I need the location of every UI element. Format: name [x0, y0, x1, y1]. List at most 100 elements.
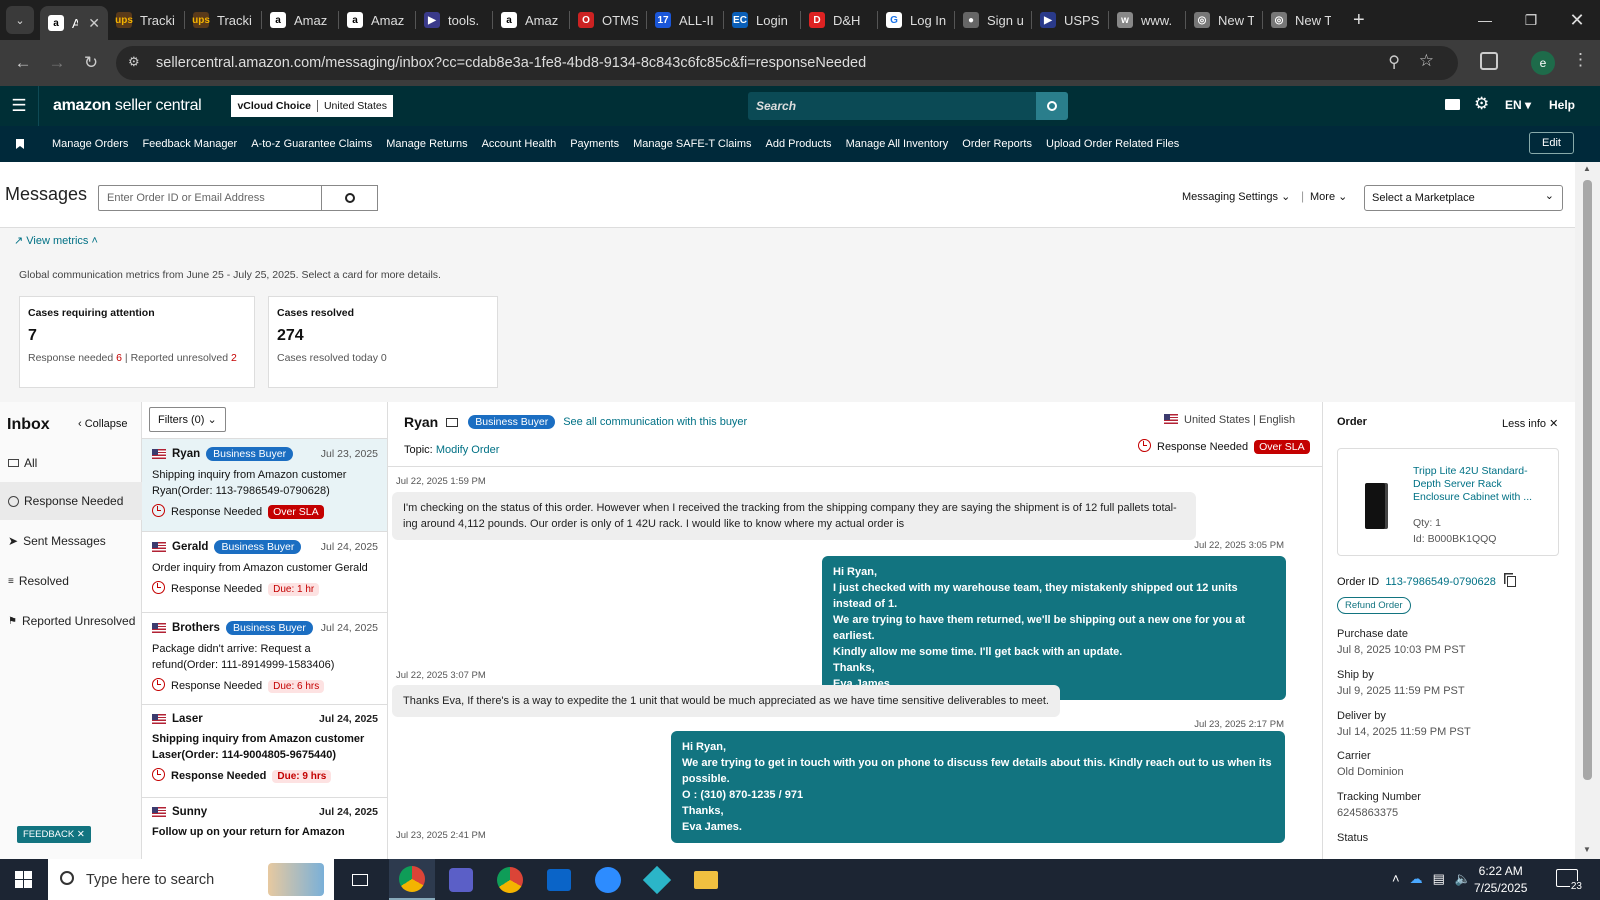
- browser-tab[interactable]: a A ✕: [40, 6, 108, 40]
- language-selector[interactable]: EN ▾: [1505, 98, 1531, 112]
- feedback-button[interactable]: FEEDBACK ✕: [17, 826, 91, 843]
- browser-tab[interactable]: G Log In: [878, 4, 954, 36]
- see-all-communication-link[interactable]: See all communication with this buyer: [563, 416, 747, 428]
- shortcut-link[interactable]: Account Health: [482, 138, 557, 150]
- marketplace-select[interactable]: Select a Marketplace ⌄: [1364, 185, 1563, 211]
- outlook-taskbar-icon[interactable]: [536, 859, 582, 900]
- notification-center[interactable]: 23: [1556, 869, 1583, 892]
- browser-tab[interactable]: EC Login: [724, 4, 800, 36]
- inbox-nav-sent[interactable]: ➤ Sent Messages: [0, 522, 142, 560]
- address-bar[interactable]: ⚙ sellercentral.amazon.com/messaging/inb…: [116, 46, 1458, 80]
- browser-tab[interactable]: w www.: [1109, 4, 1185, 36]
- browser-tab[interactable]: ups Tracki: [108, 4, 184, 36]
- cases-resolved-card[interactable]: Cases resolved 274 Cases resolved today …: [268, 296, 498, 388]
- copy-icon[interactable]: [1506, 576, 1516, 587]
- shortcut-link[interactable]: Upload Order Related Files: [1046, 138, 1179, 150]
- thread-list-item[interactable]: Laser Jul 24, 2025 Shipping inquiry from A…: [142, 705, 387, 798]
- bookmark-icon[interactable]: [0, 139, 40, 149]
- global-search-input[interactable]: Search: [748, 92, 1068, 120]
- taskbar-clock[interactable]: 6:22 AM 7/25/2025: [1474, 863, 1527, 897]
- browser-tab[interactable]: ▶ USPS: [1032, 4, 1108, 36]
- shortcut-link[interactable]: A-to-z Guarantee Claims: [251, 138, 372, 150]
- hamburger-menu-icon[interactable]: ☰: [0, 96, 38, 116]
- browser-tab[interactable]: a Amaz: [493, 4, 569, 36]
- browser-tab[interactable]: ▶ tools.: [416, 4, 492, 36]
- shortcut-link[interactable]: Manage Orders: [52, 138, 128, 150]
- chrome-profile-taskbar-icon[interactable]: [487, 859, 533, 900]
- extensions-icon[interactable]: [1480, 52, 1498, 70]
- inbox-nav-all[interactable]: All: [0, 444, 142, 482]
- browser-tab[interactable]: 17 ALL-II: [647, 4, 723, 36]
- shortcut-link[interactable]: Manage All Inventory: [846, 138, 949, 150]
- refund-order-button[interactable]: Refund Order: [1337, 597, 1411, 614]
- collapse-button[interactable]: ‹ Collapse: [78, 418, 128, 430]
- close-tab-icon[interactable]: ✕: [88, 15, 100, 32]
- help-link[interactable]: Help: [1549, 98, 1575, 112]
- cases-attention-card[interactable]: Cases requiring attention 7 Response nee…: [19, 296, 255, 388]
- browser-tab[interactable]: O OTMS: [570, 4, 646, 36]
- inbox-nav-resolved[interactable]: ≡ Resolved: [0, 562, 142, 600]
- inbox-nav-reported-unresolved[interactable]: ⚑ Reported Unresolved: [0, 602, 142, 640]
- less-info-button[interactable]: Less info ✕: [1502, 417, 1558, 430]
- shortcut-link[interactable]: Manage Returns: [386, 138, 467, 150]
- edit-shortcuts-button[interactable]: Edit: [1529, 132, 1574, 154]
- order-id-link[interactable]: 113-7986549-0790628: [1385, 576, 1496, 588]
- back-button[interactable]: ←: [6, 46, 40, 80]
- teams-taskbar-icon[interactable]: [438, 859, 484, 900]
- scrollbar-thumb[interactable]: [1583, 180, 1592, 780]
- shortcut-link[interactable]: Add Products: [766, 138, 832, 150]
- browser-tab[interactable]: ● Sign u: [955, 4, 1031, 36]
- shortcut-link[interactable]: Payments: [570, 138, 619, 150]
- bookmark-star-icon[interactable]: ☆: [1419, 51, 1434, 71]
- mail-icon[interactable]: [1445, 99, 1460, 110]
- account-switcher[interactable]: vCloud Choice United States: [231, 95, 393, 117]
- browser-tab[interactable]: D D&H: [801, 4, 877, 36]
- global-search-button[interactable]: [1036, 92, 1068, 120]
- thread-list-item[interactable]: Brothers Business Buyer Jul 24, 2025 Packag…: [142, 613, 387, 705]
- seller-central-logo[interactable]: amazon seller central: [53, 97, 202, 115]
- chevron-up-icon[interactable]: ˄: [1392, 871, 1400, 887]
- browser-tab[interactable]: ups Tracki: [185, 4, 261, 36]
- more-dropdown[interactable]: More ⌄: [1310, 190, 1347, 203]
- product-title[interactable]: Tripp Lite 42U Standard-Depth Server Rac…: [1413, 465, 1551, 504]
- browser-menu-icon[interactable]: ⋮: [1572, 50, 1589, 70]
- page-scrollbar[interactable]: ▲ ▼: [1575, 162, 1600, 859]
- browser-tab[interactable]: ◎ New T: [1263, 4, 1339, 36]
- reload-button[interactable]: ↻: [74, 46, 108, 80]
- start-button[interactable]: [0, 859, 46, 900]
- shortcut-link[interactable]: Manage SAFE-T Claims: [633, 138, 751, 150]
- onedrive-cloud-icon[interactable]: ☁: [1410, 871, 1423, 887]
- thread-list-item[interactable]: Ryan Business Buyer Jul 23, 2025 Shipping i…: [142, 439, 387, 532]
- scroll-down-arrow[interactable]: ▼: [1583, 845, 1591, 854]
- new-tab-button[interactable]: +: [1353, 9, 1365, 32]
- order-search-button[interactable]: [322, 185, 378, 211]
- view-metrics-toggle[interactable]: ↗ View metrics ˄: [14, 234, 98, 247]
- product-card[interactable]: Tripp Lite 42U Standard-Depth Server Rac…: [1337, 448, 1559, 556]
- browser-tab[interactable]: ◎ New T: [1186, 4, 1262, 36]
- forward-button[interactable]: →: [40, 46, 74, 80]
- messaging-settings-dropdown[interactable]: Messaging Settings ⌄: [1182, 190, 1290, 203]
- filters-button[interactable]: Filters (0) ⌄: [149, 407, 226, 432]
- scroll-up-arrow[interactable]: ▲: [1583, 164, 1591, 173]
- maximize-button[interactable]: ❐: [1508, 0, 1554, 40]
- topic-link[interactable]: Modify Order: [436, 444, 500, 456]
- minimize-button[interactable]: —: [1462, 0, 1508, 40]
- browser-tab[interactable]: a Amaz: [262, 4, 338, 36]
- thread-list-item[interactable]: Gerald Business Buyer Jul 24, 2025 Order in…: [142, 532, 387, 613]
- network-icon[interactable]: ▤: [1433, 871, 1445, 887]
- task-view-icon[interactable]: [337, 859, 383, 900]
- shortcut-link[interactable]: Feedback Manager: [142, 138, 237, 150]
- inbox-nav-response-needed[interactable]: Response Needed: [0, 482, 142, 520]
- profile-avatar[interactable]: e: [1531, 51, 1555, 75]
- app-taskbar-icon[interactable]: [634, 859, 680, 900]
- tab-search-button[interactable]: ⌄: [6, 6, 34, 34]
- zoom-icon[interactable]: ⚲: [1388, 52, 1400, 72]
- file-explorer-taskbar-icon[interactable]: [683, 859, 729, 900]
- site-info-icon[interactable]: ⚙: [128, 54, 140, 70]
- volume-icon[interactable]: 🔈: [1455, 871, 1471, 887]
- browser-tab[interactable]: a Amaz: [339, 4, 415, 36]
- shortcut-link[interactable]: Order Reports: [962, 138, 1032, 150]
- taskbar-search-box[interactable]: Type here to search: [48, 859, 334, 900]
- settings-gear-icon[interactable]: ⚙: [1474, 94, 1489, 114]
- order-search-input[interactable]: Enter Order ID or Email Address: [98, 185, 322, 211]
